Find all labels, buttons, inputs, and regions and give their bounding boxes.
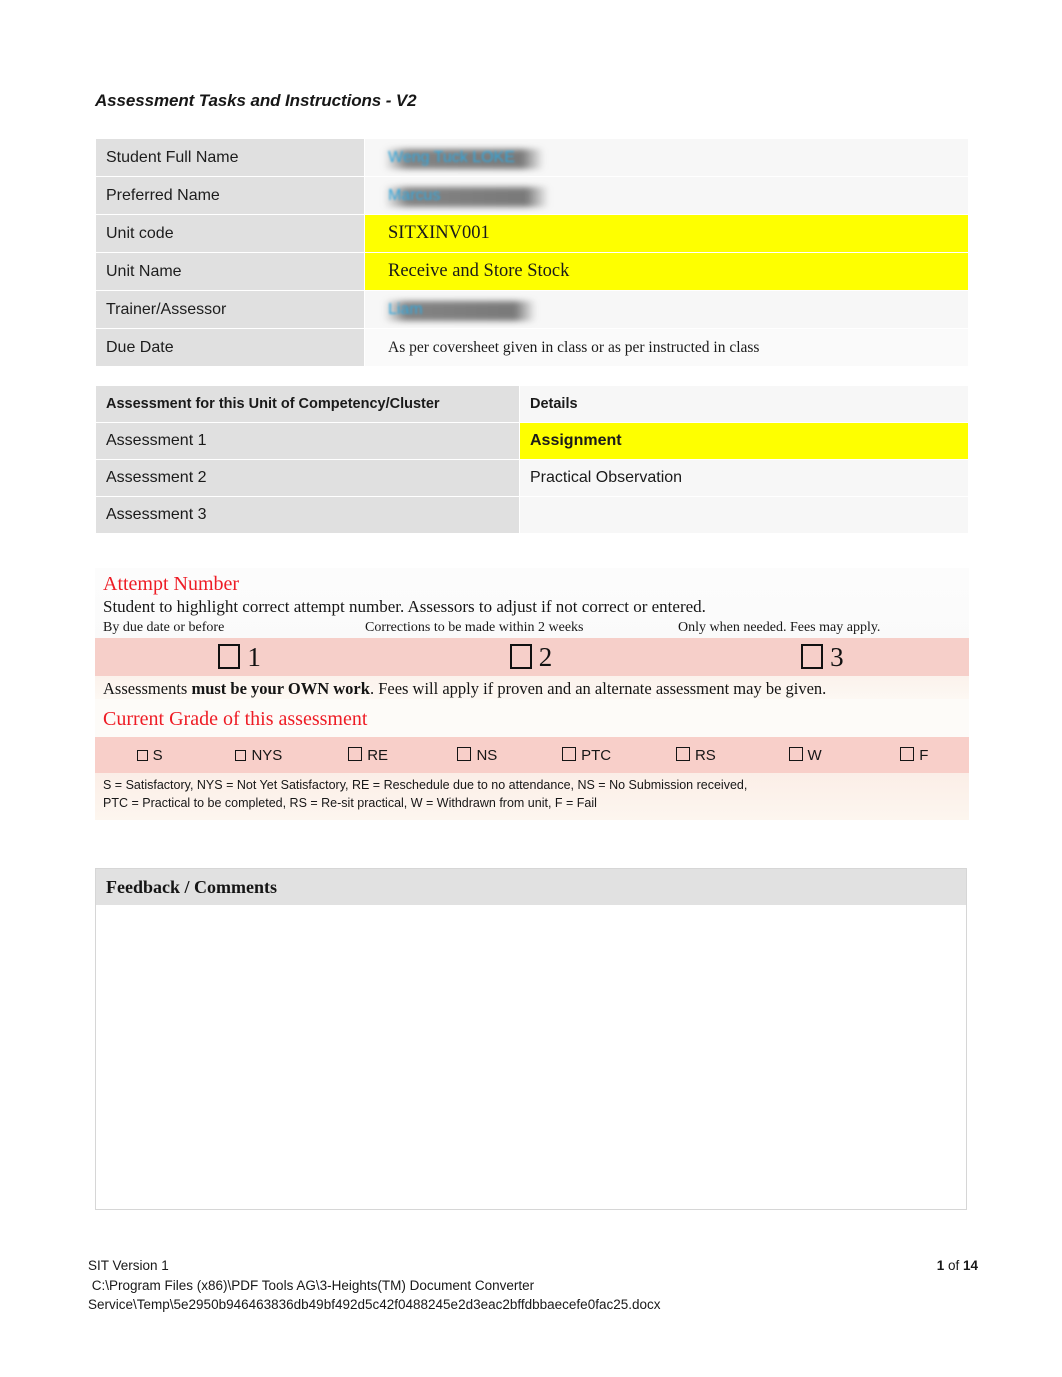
info-label-preferred-name: Preferred Name (95, 176, 365, 215)
grade-option-w[interactable]: W (751, 746, 860, 764)
table-row: Preferred Name Marcus (95, 176, 969, 215)
checkbox-icon[interactable] (801, 643, 824, 669)
grade-option-nys[interactable]: NYS (204, 747, 313, 764)
feedback-input-area[interactable] (96, 905, 966, 1209)
attempt-option-2-label: 2 (538, 641, 555, 672)
info-label-unit-code: Unit code (95, 214, 365, 253)
own-work-prefix: Assessments (103, 679, 192, 699)
info-value-unit-name[interactable]: Receive and Store Stock (364, 252, 969, 291)
info-value-trainer-assessor[interactable]: Liam (364, 290, 969, 329)
footer-version: SIT Version 1 (88, 1258, 169, 1273)
table-header-row: Assessment for this Unit of Competency/C… (95, 385, 969, 423)
own-work-bold: must be your OWN work (191, 679, 370, 699)
info-label-unit-name: Unit Name (95, 252, 365, 291)
checkbox-icon[interactable] (675, 746, 690, 761)
grade-options-strip: S NYS RE NS PTC RS W F (95, 737, 969, 774)
feedback-heading: Feedback / Comments (96, 869, 966, 905)
info-value-due-date[interactable]: As per coversheet given in class or as p… (364, 328, 969, 367)
checkbox-icon[interactable] (509, 643, 532, 669)
attempt-options-strip: 1 2 3 (95, 638, 969, 677)
grade-option-ns[interactable]: NS (423, 746, 532, 764)
grade-option-rs-label: RS (694, 746, 716, 764)
assessment-2-detail[interactable]: Practical Observation (519, 459, 969, 497)
own-work-notice: Assessments must be your OWN work. Fees … (95, 676, 969, 700)
details-col-header: Details (519, 385, 969, 423)
due-date-text: As per coversheet given in class or as p… (388, 338, 760, 356)
checkbox-icon[interactable] (136, 749, 148, 761)
attempt-option-1[interactable]: 1 (95, 642, 386, 673)
grade-option-s[interactable]: S (95, 747, 204, 764)
info-value-student-full-name[interactable]: Weng Tuck LOKE (364, 138, 969, 177)
attempt-option-2[interactable]: 2 (386, 642, 677, 673)
assessment-3-label: Assessment 3 (95, 496, 520, 534)
grade-option-ptc-label: PTC (581, 746, 612, 764)
document-page: Assessment Tasks and Instructions - V2 S… (0, 0, 1062, 1377)
assessment-list-table: Assessment for this Unit of Competency/C… (95, 385, 969, 534)
feedback-comments-box: Feedback / Comments (95, 868, 967, 1210)
redacted-trainer-name: Liam (388, 300, 423, 318)
checkbox-icon[interactable] (900, 746, 915, 761)
checkbox-icon[interactable] (788, 746, 803, 761)
attempt-option-3-label: 3 (830, 641, 846, 672)
info-label-due-date: Due Date (95, 328, 365, 367)
checkbox-icon[interactable] (457, 746, 472, 761)
attempt-option-1-label: 1 (247, 641, 263, 672)
info-label-student-full-name: Student Full Name (95, 138, 365, 177)
grade-option-ptc[interactable]: PTC (532, 746, 641, 764)
current-grade-heading: Current Grade of this assessment (95, 699, 969, 738)
table-row: Assessment 1 Assignment (95, 422, 969, 460)
grade-legend: S = Satisfactory, NYS = Not Yet Satisfac… (95, 773, 969, 820)
footer-page-number: 1 of 14 (937, 1256, 978, 1276)
grade-legend-line-1: S = Satisfactory, NYS = Not Yet Satisfac… (103, 778, 748, 793)
grade-option-f[interactable]: F (860, 746, 969, 764)
assessment-1-detail[interactable]: Assignment (519, 422, 969, 460)
table-row: Unit Name Receive and Store Stock (95, 252, 969, 291)
grade-option-w-label: W (807, 746, 822, 764)
table-row: Trainer/Assessor Liam (95, 290, 969, 329)
info-value-unit-code[interactable]: SITXINV001 (364, 214, 969, 253)
attempt-instruction: Student to highlight correct attempt num… (103, 597, 706, 616)
page-title: Assessment Tasks and Instructions - V2 (95, 91, 417, 110)
student-info-table: Student Full Name Weng Tuck LOKE Preferr… (95, 138, 969, 367)
table-row: Assessment 3 (95, 496, 969, 534)
attempt-hint-2: Corrections to be made within 2 weeks (365, 620, 584, 636)
own-work-suffix: . Fees will apply if proven and an alter… (369, 679, 827, 699)
attempt-hints-row: By due date or before Corrections to be … (95, 617, 969, 636)
grade-option-s-label: S (152, 746, 163, 764)
info-label-trainer-assessor: Trainer/Assessor (95, 290, 365, 329)
footer-page-total: 14 (962, 1258, 978, 1273)
page-footer: SIT Version 1 1 of 14 C:\Program Files (… (88, 1256, 978, 1315)
grade-option-nys-label: NYS (251, 746, 283, 764)
footer-path-line-2: Service\Temp\5e2950b946463836db49bf492d5… (88, 1297, 661, 1313)
redacted-preferred-name: Marcus (388, 186, 441, 204)
footer-top-row: SIT Version 1 1 of 14 (88, 1256, 978, 1276)
table-row: Due Date As per coversheet given in clas… (95, 328, 969, 367)
attempt-and-grade-block: Attempt Number Student to highlight corr… (95, 568, 969, 820)
checkbox-icon[interactable] (218, 643, 241, 669)
assessment-3-detail[interactable] (519, 496, 969, 534)
grade-option-re-label: RE (367, 746, 389, 764)
footer-page-of: of (944, 1258, 963, 1273)
grade-option-rs[interactable]: RS (641, 746, 750, 764)
attempt-number-heading: Attempt Number (103, 573, 240, 595)
redacted-student-name: Weng Tuck LOKE (388, 148, 515, 166)
attempt-option-3[interactable]: 3 (678, 642, 969, 673)
checkbox-icon[interactable] (348, 746, 363, 761)
grade-legend-line-2: PTC = Practical to be completed, RS = Re… (103, 796, 597, 811)
grade-option-f-label: F (919, 746, 929, 764)
grade-option-re[interactable]: RE (314, 746, 423, 764)
info-value-preferred-name[interactable]: Marcus (364, 176, 969, 215)
table-row: Unit code SITXINV001 (95, 214, 969, 253)
assessment-col-header: Assessment for this Unit of Competency/C… (95, 385, 520, 423)
checkbox-icon[interactable] (562, 746, 577, 761)
assessment-1-label: Assessment 1 (95, 422, 520, 460)
table-row: Student Full Name Weng Tuck LOKE (95, 138, 969, 177)
attempt-hint-1: By due date or before (103, 620, 225, 636)
footer-path-line-1: C:\Program Files (x86)\PDF Tools AG\3-He… (88, 1277, 535, 1293)
checkbox-icon[interactable] (235, 749, 247, 761)
assessment-2-label: Assessment 2 (95, 459, 520, 497)
table-row: Assessment 2 Practical Observation (95, 459, 969, 497)
grade-option-ns-label: NS (476, 746, 498, 764)
attempt-hint-3: Only when needed. Fees may apply. (678, 620, 881, 636)
